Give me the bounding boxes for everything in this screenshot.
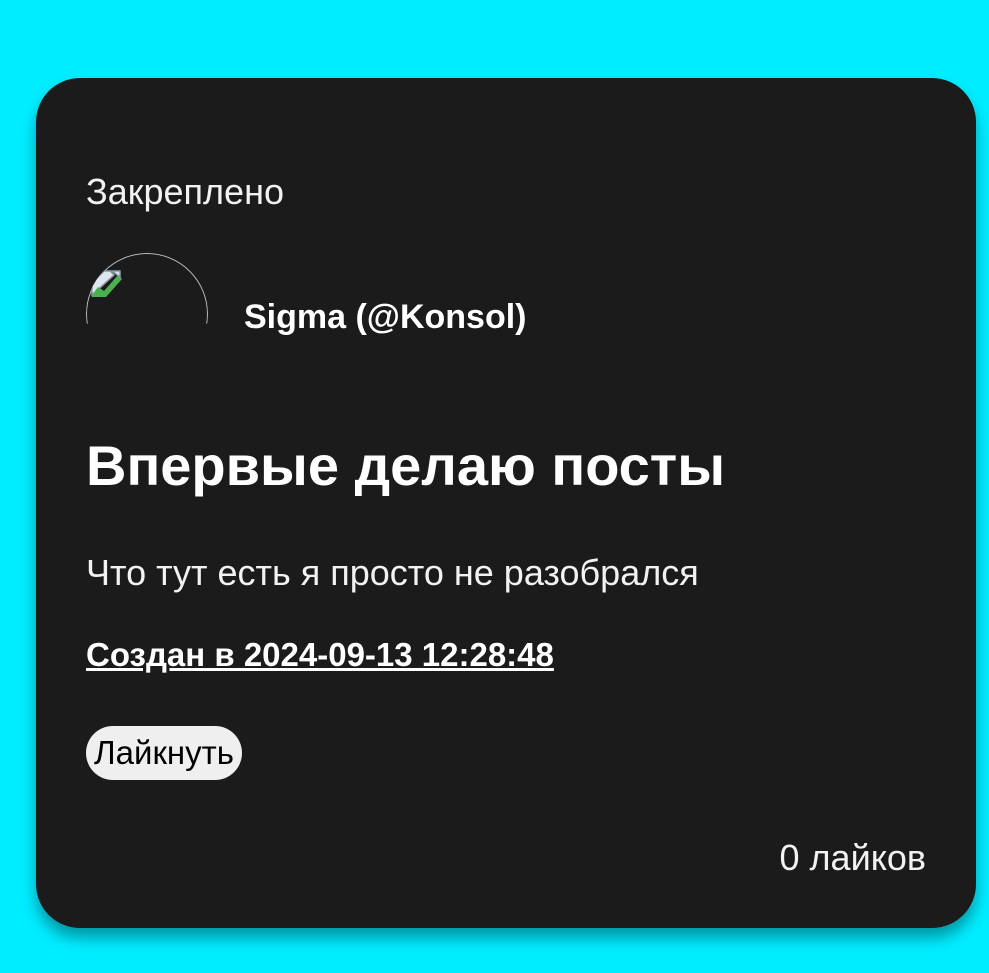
likes-count: 0 лайков: [779, 837, 926, 878]
post-title: Впервые делаю посты: [86, 434, 726, 497]
pinned-label: Закреплено: [86, 171, 284, 212]
avatar: [86, 253, 208, 375]
author-name: Sigma (@Konsol): [244, 298, 527, 336]
post-card: Закреплено Sigma (@Konsol) Впервые делаю…: [36, 78, 976, 928]
broken-image-icon: [91, 270, 122, 297]
created-date-link[interactable]: Создан в 2024-09-13 12:28:48: [86, 634, 554, 676]
like-button[interactable]: Лайкнуть: [86, 726, 242, 780]
post-body: Что тут есть я просто не разобрался: [86, 552, 699, 593]
